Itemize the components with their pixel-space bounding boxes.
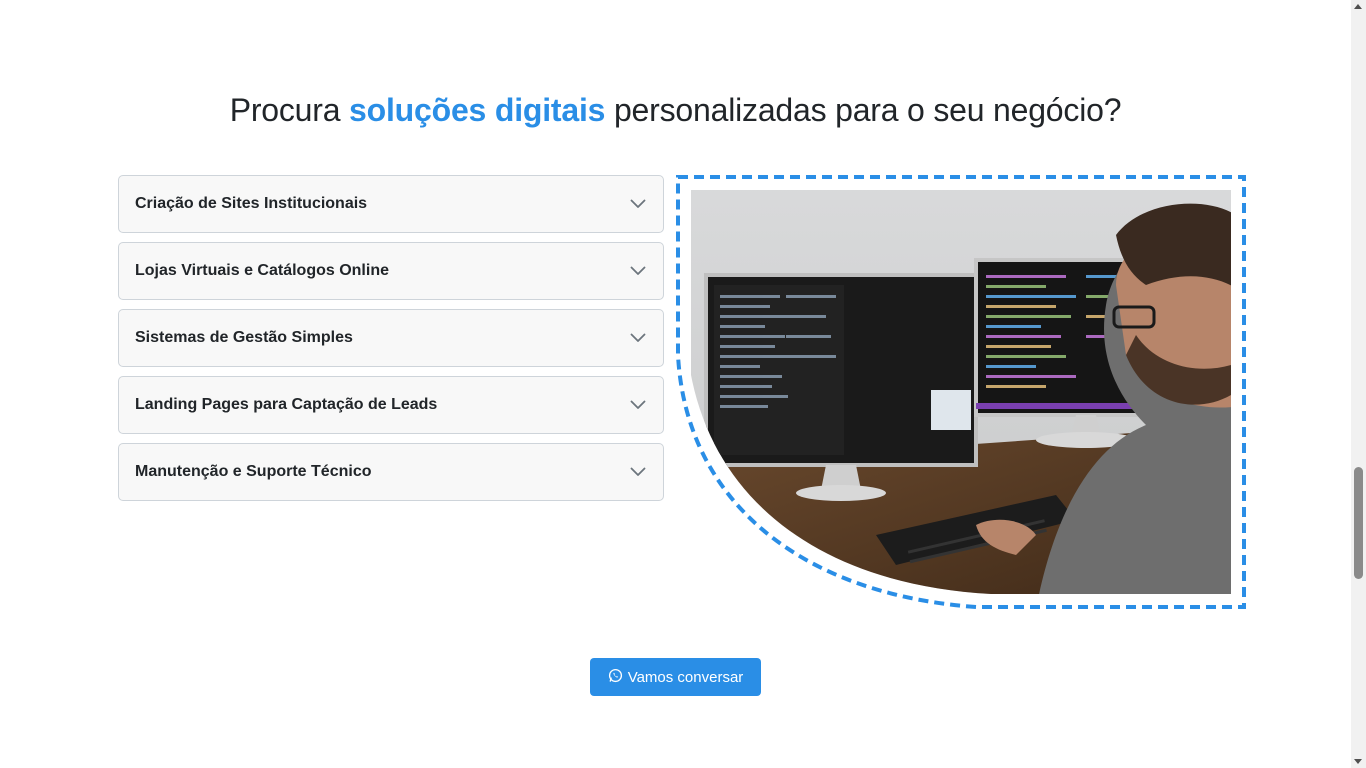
section-heading: Procura soluções digitais personalizadas…	[0, 88, 1351, 132]
accordion-item-label: Manutenção e Suporte Técnico	[135, 463, 372, 480]
accordion-item-manutencao[interactable]: Manutenção e Suporte Técnico	[118, 443, 664, 501]
accordion-item-sistemas[interactable]: Sistemas de Gestão Simples	[118, 309, 664, 367]
chevron-down-icon	[629, 329, 647, 347]
developer-at-monitors-photo	[676, 175, 1246, 609]
heading-suffix: personalizadas para o seu negócio?	[605, 92, 1122, 128]
scroll-down-arrow-icon[interactable]	[1354, 759, 1362, 764]
chevron-down-icon	[629, 262, 647, 280]
heading-highlight: soluções digitais	[349, 92, 606, 128]
scrollbar-thumb[interactable]	[1354, 467, 1363, 579]
accordion-item-label: Landing Pages para Captação de Leads	[135, 396, 438, 413]
accordion-item-landing[interactable]: Landing Pages para Captação de Leads	[118, 376, 664, 434]
whatsapp-icon	[608, 668, 623, 687]
accordion-item-label: Criação de Sites Institucionais	[135, 195, 368, 212]
page: Procura soluções digitais personalizadas…	[0, 0, 1366, 768]
vertical-scrollbar[interactable]	[1351, 0, 1366, 768]
cta-label: Vamos conversar	[627, 668, 744, 686]
chevron-down-icon	[629, 396, 647, 414]
accordion-item-label: Sistemas de Gestão Simples	[135, 329, 353, 346]
chevron-down-icon	[629, 463, 647, 481]
accordion-item-label: Lojas Virtuais e Catálogos Online	[135, 262, 389, 279]
whatsapp-contact-button[interactable]: Vamos conversar	[590, 658, 761, 696]
chevron-down-icon	[629, 195, 647, 213]
scroll-up-arrow-icon[interactable]	[1354, 4, 1362, 9]
accordion-item-sites[interactable]: Criação de Sites Institucionais	[118, 175, 664, 233]
accordion-item-lojas[interactable]: Lojas Virtuais e Catálogos Online	[118, 242, 664, 300]
heading-prefix: Procura	[229, 92, 350, 128]
services-accordion: Criação de Sites Institucionais Lojas Vi…	[118, 175, 664, 510]
